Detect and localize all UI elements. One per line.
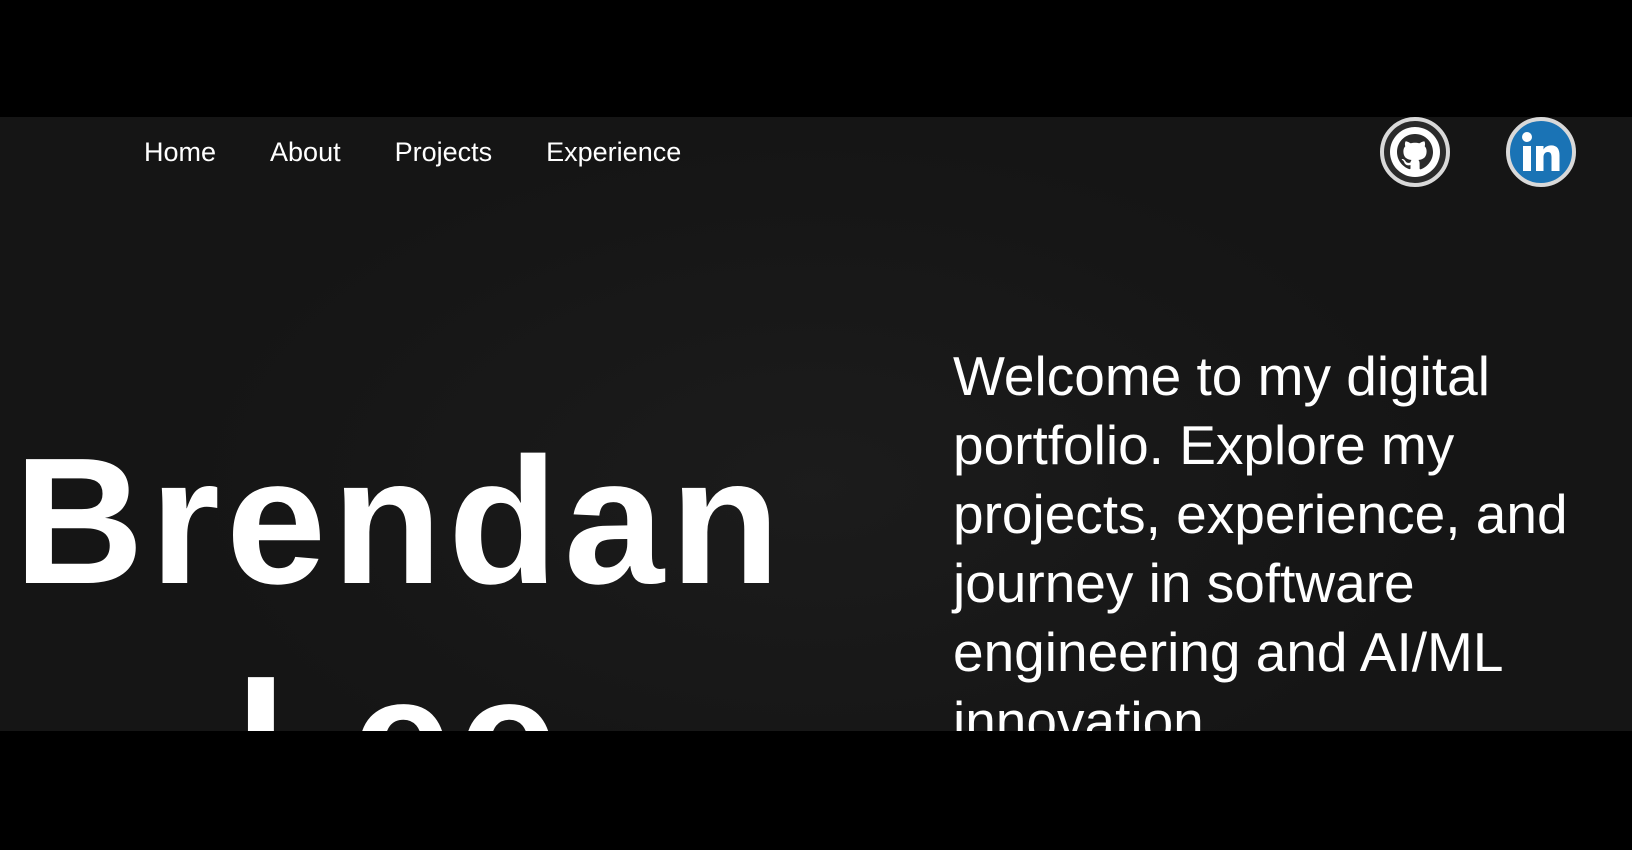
nav-link-projects[interactable]: Projects (395, 135, 493, 169)
github-icon (1380, 117, 1450, 187)
nav-link-about[interactable]: About (270, 135, 341, 169)
linkedin-icon (1506, 117, 1576, 187)
hero-name-last: Lee (0, 631, 800, 731)
linkedin-link[interactable] (1506, 117, 1576, 187)
nav-link-experience[interactable]: Experience (546, 135, 681, 169)
github-link[interactable] (1380, 117, 1450, 187)
nav-link-home[interactable]: Home (144, 135, 216, 169)
hero-name-first: Brendan (13, 420, 787, 622)
screen: Home About Projects Experience Brendan L… (0, 0, 1632, 850)
welcome-text: Welcome to my digital portfolio. Explore… (953, 345, 1568, 731)
portfolio-page: Home About Projects Experience Brendan L… (0, 117, 1632, 731)
top-nav: Home About Projects Experience (144, 135, 681, 169)
hero-name: Brendan Lee (0, 413, 800, 731)
